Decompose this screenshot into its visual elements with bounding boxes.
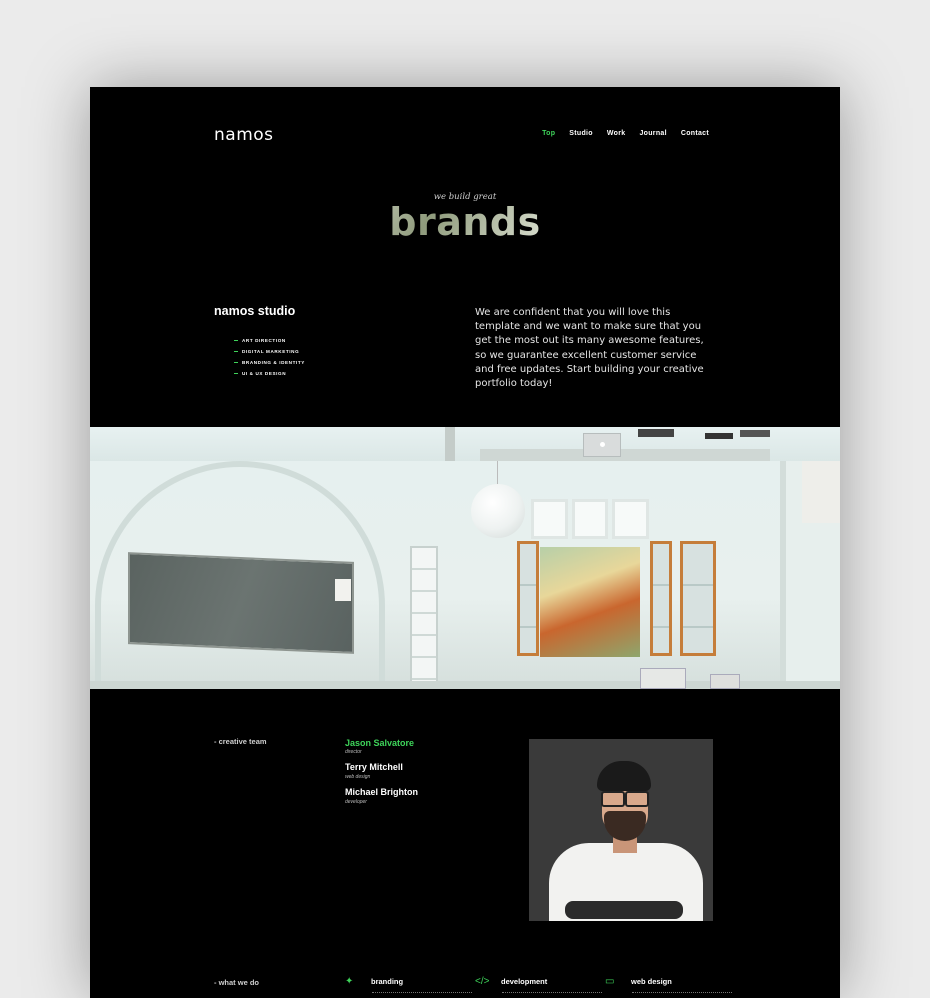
- nav-item-studio[interactable]: Studio: [569, 130, 593, 137]
- hero-headline: brands: [90, 200, 840, 244]
- service-list-item: DIGITAL MARKETING: [234, 346, 305, 357]
- nav-item-journal[interactable]: Journal: [639, 130, 666, 137]
- office-photo-strip: [90, 427, 840, 461]
- nav-item-top[interactable]: Top: [542, 130, 555, 137]
- nav-item-contact[interactable]: Contact: [681, 130, 709, 137]
- code-icon: </>: [475, 976, 490, 987]
- service-list-item: BRANDING & IDENTITY: [234, 357, 305, 368]
- logo[interactable]: namos: [214, 125, 274, 145]
- service-development[interactable]: </> development: [475, 976, 602, 993]
- member-role: director: [345, 749, 362, 755]
- photo-detail: [531, 499, 650, 539]
- photo-detail: [335, 579, 351, 601]
- photo-detail: [650, 541, 672, 656]
- page-frame: namos Top Studio Work Journal Contact we…: [90, 87, 840, 998]
- service-text: [372, 992, 472, 996]
- service-title: branding: [371, 977, 404, 986]
- service-text: [632, 992, 732, 996]
- team-section-label: - creative team: [214, 737, 267, 746]
- photo-detail: [680, 541, 716, 656]
- team-member[interactable]: Michael Brighton developer: [345, 787, 418, 805]
- service-title: web design: [631, 977, 672, 986]
- nav-item-work[interactable]: Work: [607, 130, 626, 137]
- photo-detail: [480, 449, 770, 461]
- member-role: developer: [345, 799, 367, 805]
- photo-detail: [565, 901, 683, 919]
- service-branding[interactable]: ✦ branding: [345, 976, 472, 993]
- service-list: ART DIRECTION DIGITAL MARKETING BRANDING…: [234, 335, 305, 379]
- monitor-icon: ▭: [605, 976, 615, 987]
- what-we-do-label: - what we do: [214, 978, 259, 987]
- member-role: web design: [345, 774, 371, 780]
- office-photo: [90, 461, 840, 689]
- member-name[interactable]: Terry Mitchell: [345, 762, 403, 772]
- lamp-image: [471, 484, 525, 538]
- team-member-role-holder: director: [345, 747, 362, 755]
- dash-icon: [234, 362, 238, 363]
- team-member-photo: [529, 739, 713, 921]
- service-title: development: [501, 977, 548, 986]
- dash-icon: [234, 351, 238, 352]
- door-image: [410, 546, 438, 689]
- photo-detail: [517, 541, 539, 656]
- photo-detail: [445, 427, 455, 461]
- service-text: [502, 992, 602, 996]
- photo-detail: [497, 461, 498, 485]
- dash-icon: [234, 373, 238, 374]
- photo-detail: [638, 429, 674, 437]
- photo-detail: [599, 791, 651, 807]
- photo-detail: [640, 668, 686, 689]
- photo-detail: [705, 433, 733, 439]
- dash-icon: [234, 340, 238, 341]
- window-image: [540, 547, 640, 657]
- photo-detail: [710, 674, 740, 689]
- studio-description: We are confident that you will love this…: [475, 307, 704, 390]
- studio-title: namos studio: [214, 304, 296, 318]
- laptop-image: [583, 433, 621, 457]
- magic-wand-icon: ✦: [345, 976, 354, 987]
- photo-detail: [604, 811, 646, 841]
- member-name[interactable]: Michael Brighton: [345, 787, 418, 797]
- service-list-item: ART DIRECTION: [234, 335, 305, 346]
- photo-detail: [740, 430, 770, 437]
- service-web-design[interactable]: ▭ web design: [605, 976, 732, 993]
- team-member[interactable]: Terry Mitchell web design: [345, 762, 403, 780]
- photo-detail: [802, 461, 840, 523]
- chalkboard-image: [128, 552, 354, 654]
- service-list-item: UI & UX DESIGN: [234, 368, 305, 379]
- main-nav: Top Studio Work Journal Contact: [542, 130, 709, 137]
- photo-detail: [597, 761, 651, 791]
